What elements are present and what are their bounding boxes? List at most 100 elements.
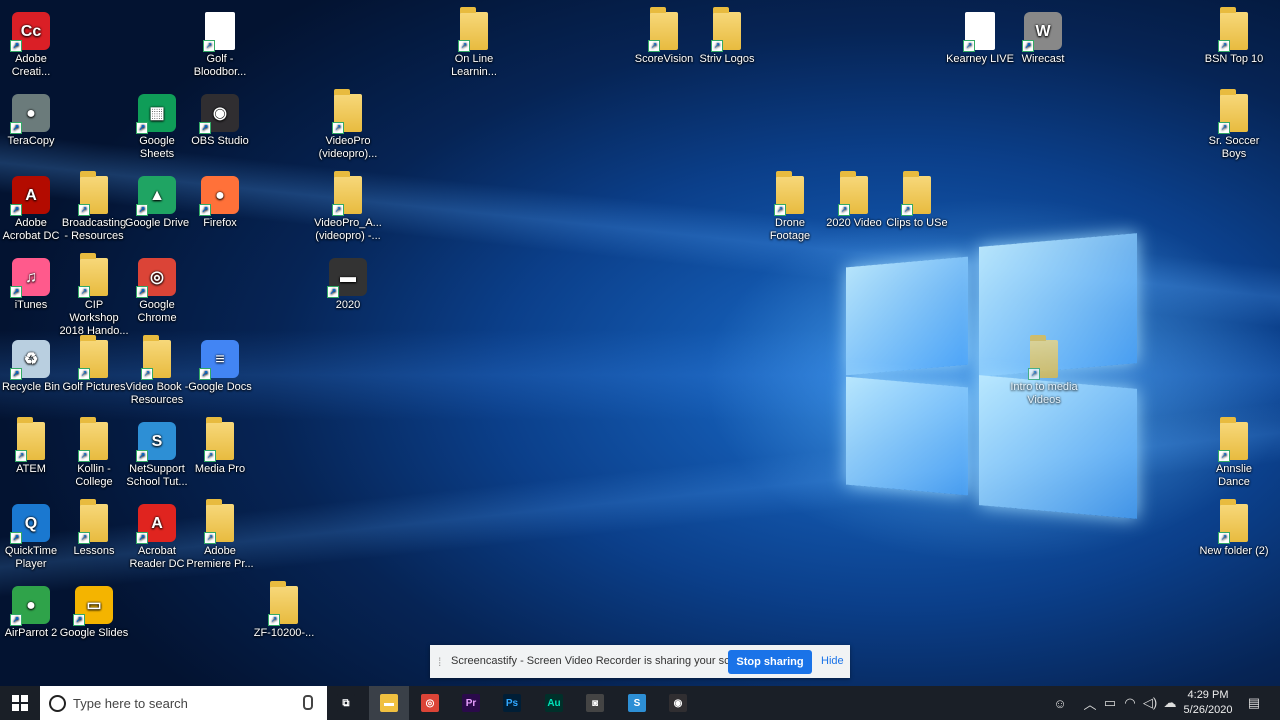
desktop-icon[interactable]: A ↗ Acrobat Reader DC xyxy=(122,498,192,571)
desktop-icon[interactable]: ↗ ZF-10200-... xyxy=(249,580,319,640)
desktop-icon[interactable]: ◉ ↗ OBS Studio xyxy=(185,88,255,148)
desktop-icon[interactable]: A ↗ Adobe Acrobat DC xyxy=(0,170,66,243)
folder-icon: ↗ xyxy=(1218,7,1248,52)
folder-icon: ↗ xyxy=(141,335,171,380)
folder-icon: ↗ xyxy=(78,253,108,298)
desktop-icon[interactable]: ↗ VideoPro_A... (videopro) -... xyxy=(313,170,383,243)
desktop-icon[interactable]: ▬ ↗ 2020 xyxy=(313,252,383,312)
folder-icon: ↗ xyxy=(78,171,108,216)
app-icon: ♫ ↗ xyxy=(10,258,50,298)
desktop-icon-label: BSN Top 10 xyxy=(1204,53,1264,65)
app-icon: Q ↗ xyxy=(10,504,50,544)
desktop-icon[interactable]: ↗ New folder (2) xyxy=(1199,498,1269,558)
desktop-icon[interactable]: ↗ Drone Footage xyxy=(755,170,825,243)
desktop-icon[interactable]: ↗ Striv Logos xyxy=(692,6,762,66)
shortcut-arrow-icon: ↗ xyxy=(838,204,850,216)
folder-icon: ↗ xyxy=(1028,335,1058,380)
desktop-icon[interactable]: ↗ BSN Top 10 xyxy=(1199,6,1269,66)
app-icon: ♻ ↗ xyxy=(10,340,50,380)
app-icon: A ↗ xyxy=(10,176,50,216)
shortcut-arrow-icon: ↗ xyxy=(901,204,913,216)
desktop-icon[interactable]: ↗ Annslie Dance xyxy=(1199,416,1269,489)
clock[interactable]: 4:29 PM 5/26/2020 xyxy=(1180,688,1236,718)
desktop-icon[interactable]: ↗ 2020 Video xyxy=(819,170,889,230)
volume-icon[interactable]: ◁) xyxy=(1140,686,1160,720)
folder-icon: ↗ xyxy=(901,171,931,216)
taskbar-chrome-button[interactable]: ◎ xyxy=(410,686,450,720)
taskbar-task-view-button[interactable]: ⧉ xyxy=(326,686,366,720)
desktop-icon[interactable]: ↗ Kollin - College xyxy=(59,416,129,489)
desktop-icon-label: Golf - Bloodbor... xyxy=(193,53,247,78)
taskbar-obs-button[interactable]: ◉ xyxy=(658,686,698,720)
desktop-icon-label: On Line Learnin... xyxy=(451,53,497,78)
taskbar-photoshop-button[interactable]: Ps xyxy=(492,686,532,720)
desktop-icon[interactable]: Q ↗ QuickTime Player xyxy=(0,498,66,571)
desktop-icon[interactable]: ↗ ScoreVision xyxy=(629,6,699,66)
desktop-icon-label: TeraCopy xyxy=(7,135,55,147)
folder-icon: ↗ xyxy=(458,7,488,52)
desktop-icon[interactable]: ↗ Lessons xyxy=(59,498,129,558)
desktop-icon[interactable]: ↗ Adobe Premiere Pr... xyxy=(185,498,255,571)
desktop-icon[interactable]: ↗ Broadcasting - Resources xyxy=(59,170,129,243)
desktop-icon[interactable]: ≡ ↗ Google Docs xyxy=(185,334,255,394)
desktop-icon[interactable]: ↗ ATEM xyxy=(0,416,66,476)
desktop-icon[interactable]: ● ↗ AirParrot 2 xyxy=(0,580,66,640)
desktop-icon[interactable]: ↗ Golf Pictures xyxy=(59,334,129,394)
obs-icon: ◉ xyxy=(669,694,687,712)
desktop-icon[interactable]: ▭ ↗ Google Slides xyxy=(59,580,129,640)
desktop-icon[interactable]: W ↗ Wirecast xyxy=(1008,6,1078,66)
desktop-icon[interactable]: ↗ Golf - Bloodbor... xyxy=(185,6,255,79)
desktop-icon-label: Kearney LIVE xyxy=(946,53,1014,65)
shortcut-arrow-icon: ↗ xyxy=(15,450,27,462)
desktop-icon[interactable]: ♫ ↗ iTunes xyxy=(0,252,66,312)
desktop-icon[interactable]: ↗ Sr. Soccer Boys xyxy=(1199,88,1269,161)
desktop-icon[interactable]: ↗ Clips to USe xyxy=(882,170,952,230)
desktop-icon[interactable]: ↗ Kearney LIVE xyxy=(945,6,1015,66)
desktop-icon[interactable]: ◎ ↗ Google Chrome xyxy=(122,252,192,325)
action-center-icon[interactable]: ▤ xyxy=(1244,686,1264,720)
folder-icon: ↗ xyxy=(204,417,234,462)
battery-icon[interactable]: ▭ xyxy=(1100,686,1120,720)
desktop-icon-label: Intro to media Videos xyxy=(1010,381,1078,406)
show-hidden-icons-chevron-icon[interactable]: ︿ xyxy=(1080,686,1100,720)
hide-link[interactable]: Hide xyxy=(821,655,844,667)
desktop-icon[interactable]: Cc ↗ Adobe Creati... xyxy=(0,6,66,79)
desktop-icon[interactable]: ↗ On Line Learnin... xyxy=(439,6,509,79)
onedrive-cloud-icon[interactable]: ☁ xyxy=(1160,686,1180,720)
taskbar-camera-button[interactable]: ◙ xyxy=(575,686,615,720)
shortcut-arrow-icon: ↗ xyxy=(1218,122,1230,134)
desktop-icon[interactable]: ↗ Media Pro xyxy=(185,416,255,476)
microphone-icon[interactable] xyxy=(303,695,313,710)
taskbar-file-explorer-button[interactable]: ▬ xyxy=(369,686,409,720)
wifi-icon[interactable]: ◠ xyxy=(1120,686,1140,720)
shortcut-arrow-icon: ↗ xyxy=(199,368,211,380)
taskbar-audition-button[interactable]: Au xyxy=(534,686,574,720)
taskbar-premiere-button[interactable]: Pr xyxy=(451,686,491,720)
desktop-icon[interactable]: ▲ ↗ Google Drive xyxy=(122,170,192,230)
desktop-icon[interactable]: ↗ Intro to media Videos xyxy=(1009,334,1079,407)
shortcut-arrow-icon: ↗ xyxy=(458,40,470,52)
desktop-icon-label: Google Sheets xyxy=(139,135,175,160)
drag-handle-icon[interactable]: ⁞ xyxy=(438,655,441,669)
people-icon[interactable]: ☺ xyxy=(1050,686,1070,720)
shortcut-arrow-icon: ↗ xyxy=(10,122,22,134)
desktop-icon[interactable]: S ↗ NetSupport School Tut... xyxy=(122,416,192,489)
taskbar-netsupport-button[interactable]: S xyxy=(617,686,657,720)
shortcut-arrow-icon: ↗ xyxy=(1028,368,1040,380)
desktop-icon[interactable]: ▦ ↗ Google Sheets xyxy=(122,88,192,161)
desktop-icon[interactable]: ● ↗ TeraCopy xyxy=(0,88,66,148)
desktop-icon[interactable]: ♻ ↗ Recycle Bin xyxy=(0,334,66,394)
desktop-icon[interactable]: ↗ Video Book - Resources xyxy=(122,334,192,407)
shortcut-arrow-icon: ↗ xyxy=(332,204,344,216)
desktop-icon[interactable]: ↗ VideoPro (videopro)... xyxy=(313,88,383,161)
taskbar-search-box[interactable]: Type here to search xyxy=(40,686,327,720)
cortana-icon[interactable] xyxy=(49,695,66,712)
desktop-icon[interactable]: ↗ CIP Workshop 2018 Hando... xyxy=(59,252,129,338)
stop-sharing-button[interactable]: Stop sharing xyxy=(728,650,812,674)
desktop-icon-label: Adobe Premiere Pr... xyxy=(186,545,254,570)
app-icon: A ↗ xyxy=(136,504,176,544)
start-button[interactable] xyxy=(0,686,40,720)
shortcut-arrow-icon: ↗ xyxy=(78,286,90,298)
search-placeholder: Type here to search xyxy=(73,696,188,711)
desktop-icon[interactable]: ● ↗ Firefox xyxy=(185,170,255,230)
